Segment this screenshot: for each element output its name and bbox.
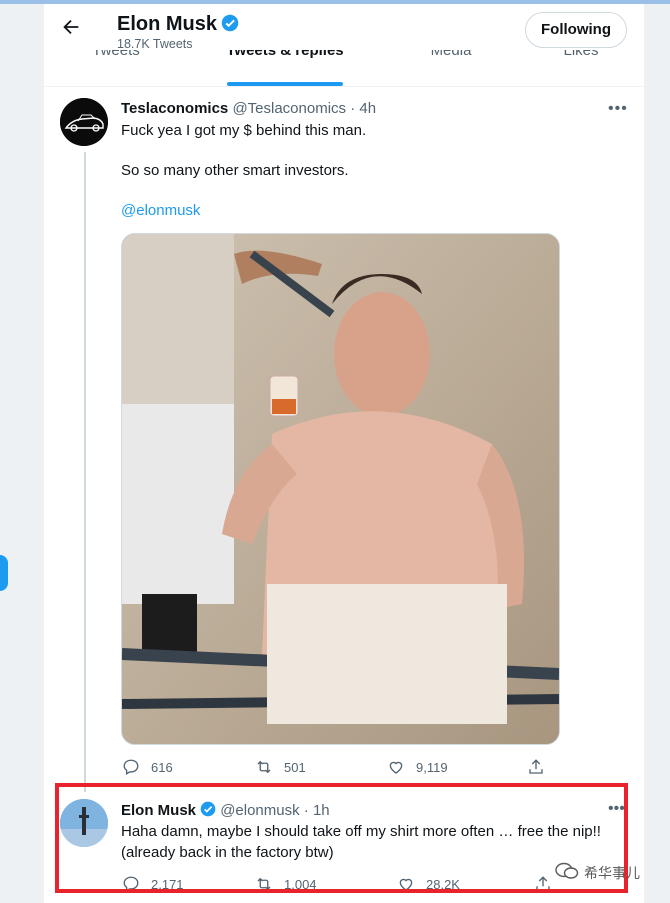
wechat-icon	[555, 862, 579, 879]
reply-count: 616	[151, 760, 173, 775]
arrow-left-icon[interactable]	[58, 16, 84, 42]
mention-link[interactable]: @elonmusk	[121, 202, 200, 219]
side-floating-button[interactable]	[0, 555, 8, 591]
tweet1-meta[interactable]: @Teslaconomics · 4h	[232, 100, 376, 117]
tweet1-actions: 616 501 9,119	[121, 758, 543, 778]
profile-name: Elon Musk	[117, 13, 239, 36]
tab-tweets-replies[interactable]: Tweets & replies	[214, 50, 356, 72]
profile-tabs: Tweets Tweets & replies Media Likes	[44, 50, 644, 84]
thread-line	[84, 152, 86, 792]
tweet1-header: Teslaconomics @Teslaconomics · 4h	[121, 100, 376, 117]
tweet1-display-name[interactable]: Teslaconomics	[121, 100, 228, 117]
more-options-icon[interactable]: •••	[608, 100, 628, 118]
tweet1-text-line: So so many other smart investors.	[121, 162, 349, 179]
header-divider	[44, 86, 644, 87]
tweet1-text-line: Fuck yea I got my $ behind this man.	[121, 122, 367, 139]
highlight-box	[55, 783, 628, 893]
tab-media[interactable]: Media	[406, 50, 496, 72]
tweet-count: 18.7K Tweets	[117, 37, 193, 51]
profile-panel: Elon Musk 18.7K Tweets Following Tweets …	[44, 4, 644, 903]
retweet-count: 501	[284, 760, 306, 775]
verified-badge-icon	[221, 14, 239, 32]
tweet-photo[interactable]	[121, 233, 560, 745]
like-count: 9,119	[416, 760, 448, 775]
profile-header: Elon Musk 18.7K Tweets Following Tweets …	[44, 4, 644, 86]
following-button[interactable]: Following	[525, 12, 627, 48]
avatar-teslaconomics[interactable]	[60, 98, 108, 146]
